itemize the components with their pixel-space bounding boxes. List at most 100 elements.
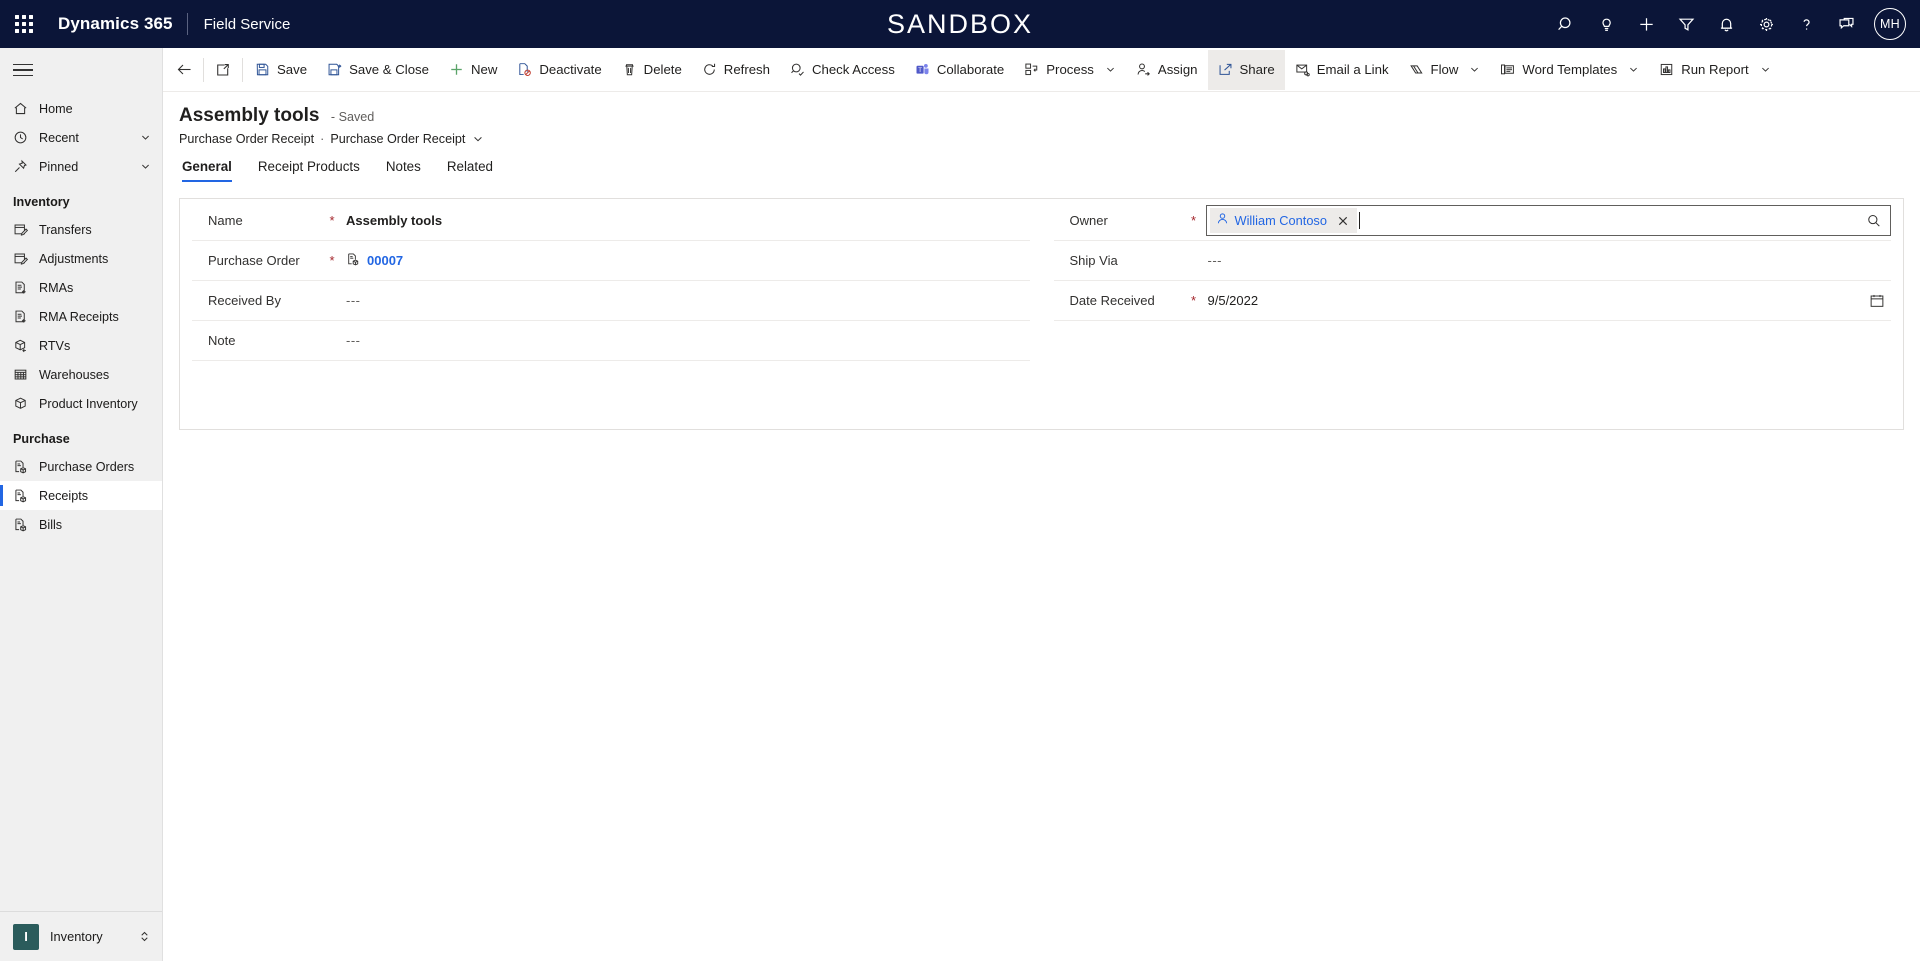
- rma-receipt-icon: [13, 309, 32, 324]
- tab-general[interactable]: General: [179, 159, 245, 182]
- collaborate-button[interactable]: T Collaborate: [905, 50, 1014, 90]
- sidebar-item-adjustments[interactable]: Adjustments: [0, 244, 162, 273]
- lookup-search-icon[interactable]: [1860, 213, 1888, 229]
- chevron-down-icon[interactable]: [1469, 64, 1480, 75]
- name-field[interactable]: Assembly tools: [340, 213, 1030, 228]
- chevron-down-icon[interactable]: [1628, 64, 1639, 75]
- chevron-down-icon[interactable]: [1105, 64, 1116, 75]
- command-label: Save: [277, 62, 308, 77]
- refresh-button[interactable]: Refresh: [692, 50, 780, 90]
- field-row-name: Name * Assembly tools: [192, 201, 1030, 241]
- calendar-icon[interactable]: [1863, 293, 1891, 309]
- user-avatar[interactable]: MH: [1874, 8, 1906, 40]
- filter-icon[interactable]: [1666, 0, 1706, 48]
- gear-icon[interactable]: [1746, 0, 1786, 48]
- check-access-icon: [790, 62, 805, 77]
- field-row-date-received: Date Received * 9/5/2022: [1053, 281, 1892, 321]
- command-label: Share: [1239, 62, 1275, 77]
- sidebar-item-label: RTVs: [39, 338, 71, 353]
- search-icon[interactable]: [1546, 0, 1586, 48]
- tab-notes[interactable]: Notes: [373, 159, 434, 182]
- share-button[interactable]: Share: [1207, 49, 1285, 90]
- sidebar-item-label: Transfers: [39, 222, 92, 237]
- hamburger-menu-icon[interactable]: [0, 48, 162, 92]
- sidebar-item-home[interactable]: Home: [0, 94, 162, 123]
- chevron-down-icon[interactable]: [140, 132, 162, 143]
- chevron-down-icon[interactable]: [1760, 64, 1771, 75]
- email-link-icon: [1295, 62, 1310, 77]
- command-label: Run Report: [1681, 62, 1749, 77]
- delete-button[interactable]: Delete: [612, 50, 692, 90]
- question-icon[interactable]: [1786, 0, 1826, 48]
- field-value[interactable]: 00007: [367, 253, 403, 268]
- sidebar-item-purchase-orders[interactable]: Purchase Orders: [0, 452, 162, 481]
- email-a-link-button[interactable]: Email a Link: [1285, 50, 1399, 90]
- record-header: Assembly tools - Saved Purchase Order Re…: [163, 92, 1920, 146]
- note-field[interactable]: ---: [340, 333, 1030, 348]
- feedback-icon[interactable]: [1826, 0, 1866, 48]
- owner-lookup-input[interactable]: William Contoso: [1205, 205, 1891, 236]
- required-indicator: *: [329, 213, 335, 228]
- save-close-icon: [327, 62, 342, 77]
- close-icon[interactable]: [1333, 215, 1353, 227]
- sidebar-item-recent[interactable]: Recent: [0, 123, 162, 152]
- command-label: Deactivate: [539, 62, 602, 77]
- command-label: Collaborate: [936, 62, 1005, 77]
- breadcrumb-entity[interactable]: Purchase Order Receipt: [179, 132, 314, 146]
- field-label: Note: [208, 333, 236, 348]
- chevron-down-icon[interactable]: [140, 161, 162, 172]
- sidebar-item-rma-receipts[interactable]: RMA Receipts: [0, 302, 162, 331]
- general-tab-section: Name * Assembly tools Purchase Order * 0…: [179, 198, 1904, 430]
- app-body: Home Recent Pinned Inventory Transfers A…: [0, 48, 1920, 961]
- deactivate-button[interactable]: Deactivate: [507, 50, 611, 90]
- lightbulb-icon[interactable]: [1586, 0, 1626, 48]
- main-content: Save Save & Close New Deactivate Delete …: [163, 48, 1920, 961]
- new-button[interactable]: New: [439, 50, 507, 90]
- date-received-field[interactable]: 9/5/2022: [1202, 293, 1892, 309]
- process-button[interactable]: Process: [1014, 50, 1126, 90]
- assign-button[interactable]: Assign: [1126, 50, 1208, 90]
- field-row-purchase-order: Purchase Order * 00007: [192, 241, 1030, 281]
- tab-label: Receipt Products: [257, 159, 360, 174]
- area-switcher[interactable]: I Inventory: [0, 911, 162, 961]
- brand-title[interactable]: Dynamics 365: [48, 14, 187, 34]
- plus-icon[interactable]: [1626, 0, 1666, 48]
- sidebar-item-rmas[interactable]: RMAs: [0, 273, 162, 302]
- run-report-button[interactable]: Run Report: [1649, 50, 1780, 90]
- command-label: Process: [1046, 62, 1094, 77]
- check-access-button[interactable]: Check Access: [780, 50, 905, 90]
- command-label: Check Access: [811, 62, 895, 77]
- field-label: Ship Via: [1069, 253, 1118, 268]
- flow-button[interactable]: Flow: [1399, 50, 1491, 90]
- save-and-close-button[interactable]: Save & Close: [317, 50, 439, 90]
- popout-button[interactable]: [206, 50, 240, 90]
- sidebar-item-receipts[interactable]: Receipts: [0, 481, 162, 510]
- sidebar-group-title: Purchase: [13, 432, 70, 446]
- sidebar-item-transfers[interactable]: Transfers: [0, 215, 162, 244]
- pin-icon: [13, 159, 32, 174]
- sidebar-item-warehouses[interactable]: Warehouses: [0, 360, 162, 389]
- tab-receipt-products[interactable]: Receipt Products: [245, 159, 373, 182]
- bell-icon[interactable]: [1706, 0, 1746, 48]
- purchase-order-field[interactable]: 00007: [340, 252, 1030, 269]
- back-button[interactable]: [167, 50, 201, 90]
- breadcrumb-form[interactable]: Purchase Order Receipt: [330, 132, 465, 146]
- ship-via-field[interactable]: ---: [1202, 253, 1892, 268]
- app-name[interactable]: Field Service: [188, 16, 291, 33]
- sidebar-item-bills[interactable]: Bills: [0, 510, 162, 539]
- sidebar-item-rtvs[interactable]: RTVs: [0, 331, 162, 360]
- word-templates-button[interactable]: Word Templates: [1490, 50, 1649, 90]
- save-button[interactable]: Save: [245, 50, 317, 90]
- owner-chip[interactable]: William Contoso: [1209, 208, 1357, 233]
- sidebar-item-pinned[interactable]: Pinned: [0, 152, 162, 181]
- received-by-field[interactable]: ---: [340, 293, 1030, 308]
- app-launcher-icon[interactable]: [0, 0, 48, 48]
- sidebar-item-product-inventory[interactable]: Product Inventory: [0, 389, 162, 418]
- clock-icon: [13, 130, 32, 145]
- tab-related[interactable]: Related: [434, 159, 506, 182]
- chevron-up-down-icon[interactable]: [138, 930, 151, 943]
- tab-label: General: [182, 159, 232, 174]
- command-label: Save & Close: [349, 62, 429, 77]
- sidebar-item-label: Adjustments: [39, 251, 109, 266]
- chevron-down-icon[interactable]: [465, 133, 484, 145]
